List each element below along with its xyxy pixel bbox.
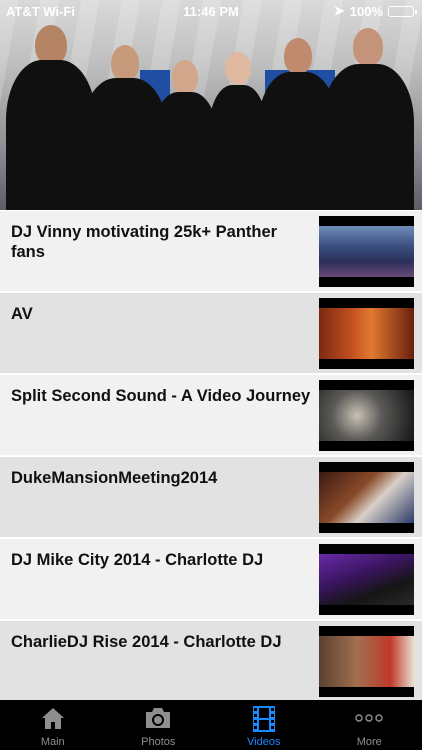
video-title: CharlieDJ Rise 2014 - Charlotte DJ <box>11 633 282 651</box>
tab-more[interactable]: More <box>317 700 422 750</box>
tab-label: Photos <box>141 736 176 748</box>
location-icon: ➤ <box>333 3 345 18</box>
video-thumbnail <box>319 380 414 451</box>
status-bar: AT&T Wi-Fi 11:46 PM ➤ 100% <box>0 0 422 22</box>
video-thumbnail <box>319 298 414 369</box>
video-title: DJ Vinny motivating 25k+ Panther fans <box>11 223 278 261</box>
video-row[interactable]: AV <box>0 293 422 375</box>
video-thumbnail <box>319 216 414 287</box>
video-thumbnail <box>319 626 414 697</box>
video-list: DJ Vinny motivating 25k+ Panther fans AV… <box>0 211 422 703</box>
tab-label: Main <box>40 736 65 748</box>
video-row[interactable]: DukeMansionMeeting2014 <box>0 457 422 539</box>
video-title: AV <box>11 305 33 323</box>
tab-photos[interactable]: Photos <box>106 700 212 750</box>
tab-label: More <box>356 736 382 748</box>
camera-icon <box>143 705 173 736</box>
video-row[interactable]: DJ Mike City 2014 - Charlotte DJ <box>0 539 422 621</box>
film-icon <box>252 705 276 738</box>
tab-videos[interactable]: Videos <box>211 700 317 750</box>
header-photo <box>0 0 422 210</box>
video-row[interactable]: Split Second Sound - A Video Journey <box>0 375 422 457</box>
video-row[interactable]: DJ Vinny motivating 25k+ Panther fans <box>0 211 422 293</box>
tab-label: Videos <box>247 736 281 748</box>
home-icon <box>40 705 66 736</box>
video-thumbnail <box>319 462 414 533</box>
video-row[interactable]: CharlieDJ Rise 2014 - Charlotte DJ <box>0 621 422 703</box>
more-icon <box>355 710 383 728</box>
video-title: DukeMansionMeeting2014 <box>11 469 218 487</box>
tab-bar: Main Photos Videos More <box>0 700 422 750</box>
video-thumbnail <box>319 544 414 615</box>
team-member <box>322 28 414 210</box>
battery-icon <box>388 5 417 17</box>
battery-percent: 100% <box>349 3 383 19</box>
video-title: Split Second Sound - A Video Journey <box>11 387 311 405</box>
tab-main[interactable]: Main <box>0 700 106 750</box>
video-title: DJ Mike City 2014 - Charlotte DJ <box>11 551 264 569</box>
